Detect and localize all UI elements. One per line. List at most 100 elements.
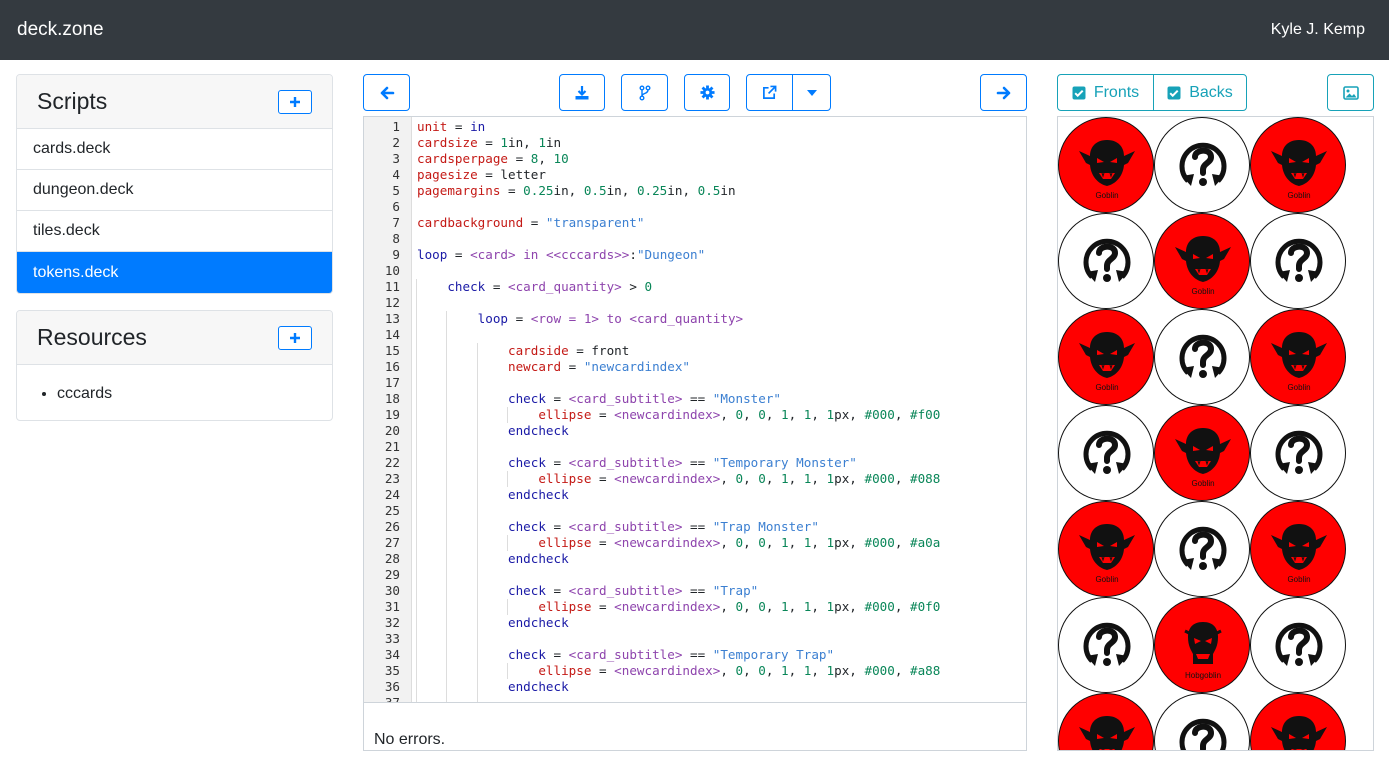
backs-toggle[interactable]: Backs bbox=[1153, 74, 1247, 111]
code-line[interactable]: 19 ellipse = <newcardindex>, 0, 0, 1, 1,… bbox=[364, 407, 1026, 423]
token-label: Goblin bbox=[1095, 191, 1119, 200]
line-number: 31 bbox=[384, 599, 400, 614]
indent-guide bbox=[416, 503, 417, 519]
code-line[interactable]: 21 bbox=[364, 439, 1026, 455]
code-line[interactable]: 20 endcheck bbox=[364, 423, 1026, 439]
export-image-button[interactable] bbox=[1327, 74, 1374, 111]
settings-button[interactable] bbox=[684, 74, 730, 111]
code-text: ellipse = <newcardindex>, 0, 0, 1, 1, 1p… bbox=[538, 407, 941, 422]
code-text: check = <card_subtitle> == "Monster" bbox=[508, 391, 781, 406]
add-script-button[interactable] bbox=[278, 89, 312, 114]
next-button[interactable] bbox=[980, 74, 1027, 111]
image-icon bbox=[1342, 85, 1359, 100]
fronts-toggle[interactable]: Fronts bbox=[1057, 74, 1154, 111]
monster-token: Goblin bbox=[1154, 405, 1250, 501]
indent-guide bbox=[416, 695, 417, 702]
monster-token bbox=[1250, 693, 1346, 750]
card-back-token bbox=[1250, 597, 1346, 693]
indent-guide bbox=[476, 439, 478, 455]
indent-guide bbox=[416, 439, 417, 455]
monster-token bbox=[1058, 693, 1154, 750]
token-label: Goblin bbox=[1287, 191, 1311, 200]
code-line[interactable]: 12 bbox=[364, 295, 1026, 311]
checkbox-checked-icon bbox=[1167, 86, 1181, 99]
line-number: 30 bbox=[384, 583, 400, 598]
goblin-icon bbox=[1271, 716, 1327, 750]
card-back-token bbox=[1058, 213, 1154, 309]
unknown-card-back-icon bbox=[1083, 622, 1131, 666]
code-line[interactable]: 27 ellipse = <newcardindex>, 0, 0, 1, 1,… bbox=[364, 535, 1026, 551]
code-line[interactable]: 24 endcheck bbox=[364, 487, 1026, 503]
code-line[interactable]: 31 ellipse = <newcardindex>, 0, 0, 1, 1,… bbox=[364, 599, 1026, 615]
code-editor[interactable]: 1 unit = in 2 cardsize = 1in, 1in 3 cardsperp… bbox=[363, 116, 1027, 751]
code-line[interactable]: 11 check = <card_quantity> > 0 bbox=[364, 279, 1026, 295]
plus-icon bbox=[290, 96, 300, 107]
code-line[interactable]: 28 endcheck bbox=[364, 551, 1026, 567]
fork-button[interactable] bbox=[621, 74, 668, 111]
code-line[interactable]: 2 cardsize = 1in, 1in bbox=[364, 135, 1026, 151]
script-item[interactable]: tokens.deck bbox=[17, 252, 332, 293]
unknown-card-back-icon bbox=[1083, 238, 1131, 282]
previous-button[interactable] bbox=[363, 74, 410, 111]
user-menu[interactable]: Kyle J. Kemp bbox=[1271, 21, 1365, 39]
code-line[interactable]: 36 endcheck bbox=[364, 679, 1026, 695]
code-line[interactable]: 14 bbox=[364, 327, 1026, 343]
line-number: 17 bbox=[384, 375, 400, 390]
code-line[interactable]: 13 loop = <row = 1> to <card_quantity> bbox=[364, 311, 1026, 327]
code-line[interactable]: 5 pagemargins = 0.25in, 0.5in, 0.25in, 0.… bbox=[364, 183, 1026, 199]
line-number: 10 bbox=[384, 263, 400, 278]
script-item[interactable]: dungeon.deck bbox=[17, 170, 332, 211]
token-label: Goblin bbox=[1095, 383, 1119, 392]
code-line[interactable]: 1 unit = in bbox=[364, 119, 1026, 135]
error-status: No errors. bbox=[364, 702, 1026, 750]
monster-token: Goblin bbox=[1058, 117, 1154, 213]
code-line[interactable]: 16 newcard = "newcardindex" bbox=[364, 359, 1026, 375]
code-line[interactable]: 15 cardside = front bbox=[364, 343, 1026, 359]
add-resource-button[interactable] bbox=[278, 325, 312, 350]
code-line[interactable]: 26 check = <card_subtitle> == "Trap Mons… bbox=[364, 519, 1026, 535]
download-button[interactable] bbox=[559, 74, 605, 111]
code-line[interactable]: 18 check = <card_subtitle> == "Monster" bbox=[364, 391, 1026, 407]
code-line[interactable]: 25 bbox=[364, 503, 1026, 519]
code-line[interactable]: 30 check = <card_subtitle> == "Trap" bbox=[364, 583, 1026, 599]
script-item[interactable]: cards.deck bbox=[17, 129, 332, 170]
code-line[interactable]: 23 ellipse = <newcardindex>, 0, 0, 1, 1,… bbox=[364, 471, 1026, 487]
indent-guide bbox=[476, 375, 478, 391]
code-line[interactable]: 29 bbox=[364, 567, 1026, 583]
code-line[interactable]: 8 bbox=[364, 231, 1026, 247]
monster-token: Goblin bbox=[1058, 309, 1154, 405]
code-line[interactable]: 17 bbox=[364, 375, 1026, 391]
code-line[interactable]: 37 bbox=[364, 695, 1026, 702]
code-area[interactable]: 1 unit = in 2 cardsize = 1in, 1in 3 cardsperp… bbox=[364, 117, 1026, 702]
indent-guide bbox=[476, 503, 478, 519]
line-number: 1 bbox=[392, 119, 400, 134]
code-line[interactable]: 34 check = <card_subtitle> == "Temporary… bbox=[364, 647, 1026, 663]
code-line[interactable]: 9 loop = <card> in <<cccards>>:"Dungeon" bbox=[364, 247, 1026, 263]
line-number: 9 bbox=[392, 247, 400, 262]
code-line[interactable]: 4 pagesize = letter bbox=[364, 167, 1026, 183]
code-text: cardside = front bbox=[508, 343, 630, 358]
line-number: 19 bbox=[384, 407, 400, 422]
monster-token: Goblin bbox=[1154, 213, 1250, 309]
code-line[interactable]: 3 cardsperpage = 8, 10 bbox=[364, 151, 1026, 167]
caret-down-icon bbox=[806, 89, 817, 96]
token-label: Goblin bbox=[1191, 287, 1215, 296]
fronts-label: Fronts bbox=[1093, 83, 1140, 101]
brand-link[interactable]: deck.zone bbox=[17, 19, 104, 41]
code-line[interactable]: 10 bbox=[364, 263, 1026, 279]
code-line[interactable]: 6 bbox=[364, 199, 1026, 215]
export-dropdown-toggle[interactable] bbox=[792, 74, 831, 111]
code-line[interactable]: 33 bbox=[364, 631, 1026, 647]
code-line[interactable]: 7 cardbackground = "transparent" bbox=[364, 215, 1026, 231]
code-line[interactable]: 22 check = <card_subtitle> == "Temporary… bbox=[364, 455, 1026, 471]
line-number: 16 bbox=[384, 359, 400, 374]
resource-item[interactable]: cccards bbox=[57, 385, 332, 403]
open-external-button[interactable] bbox=[746, 74, 793, 111]
code-line[interactable]: 35 ellipse = <newcardindex>, 0, 0, 1, 1,… bbox=[364, 663, 1026, 679]
code-line[interactable]: 32 endcheck bbox=[364, 615, 1026, 631]
script-item[interactable]: tiles.deck bbox=[17, 211, 332, 252]
card-back-token bbox=[1250, 405, 1346, 501]
code-text: check = <card_subtitle> == "Temporary Tr… bbox=[508, 647, 835, 662]
line-number: 23 bbox=[384, 471, 400, 486]
navbar: deck.zone Kyle J. Kemp bbox=[0, 0, 1389, 60]
